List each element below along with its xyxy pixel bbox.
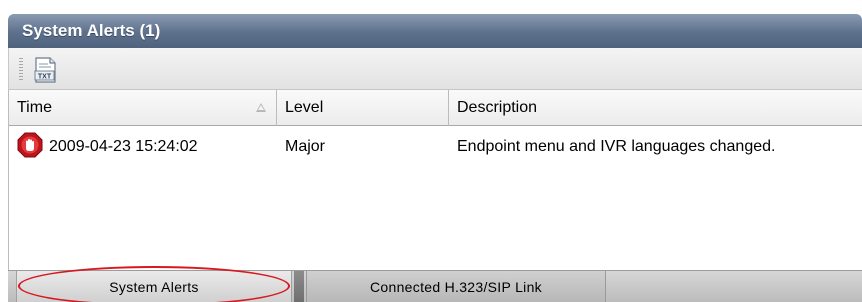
tab-connected-h323-sip-link[interactable]: Connected H.323/SIP Link <box>306 271 606 302</box>
column-label-level: Level <box>285 99 324 116</box>
export-txt-button[interactable]: TXT <box>31 56 59 84</box>
alerts-table: Time Level Description 2009-04-23 15:24:… <box>8 90 862 270</box>
column-label-description: Description <box>457 99 538 116</box>
bottom-tab-strip: System Alerts Connected H.323/SIP Link <box>8 270 862 302</box>
stop-hand-icon <box>17 132 43 158</box>
toolbar: TXT <box>8 48 862 90</box>
panel-title: System Alerts (1) <box>8 14 862 48</box>
table-row[interactable]: 2009-04-23 15:24:02 Major Endpoint menu … <box>9 126 862 168</box>
alert-level: Major <box>285 138 326 155</box>
alert-description: Endpoint menu and IVR languages changed. <box>457 138 776 155</box>
txt-icon-label: TXT <box>38 74 52 81</box>
column-label-time: Time <box>17 99 52 116</box>
tab-system-alerts[interactable]: System Alerts <box>16 271 292 302</box>
cell-time: 2009-04-23 15:24:02 <box>17 126 198 168</box>
toolbar-grip[interactable] <box>19 58 23 80</box>
column-header-description[interactable]: Description <box>449 90 862 126</box>
txt-file-icon: TXT <box>34 57 56 83</box>
tab-divider <box>294 271 304 302</box>
alert-time: 2009-04-23 15:24:02 <box>49 138 198 155</box>
system-alerts-panel: System Alerts (1) TXT Time Level Descrip… <box>0 0 862 302</box>
table-header: Time Level Description <box>9 90 862 126</box>
sort-ascending-icon <box>256 103 266 112</box>
column-header-level[interactable]: Level <box>277 90 449 126</box>
column-header-time[interactable]: Time <box>9 90 277 126</box>
